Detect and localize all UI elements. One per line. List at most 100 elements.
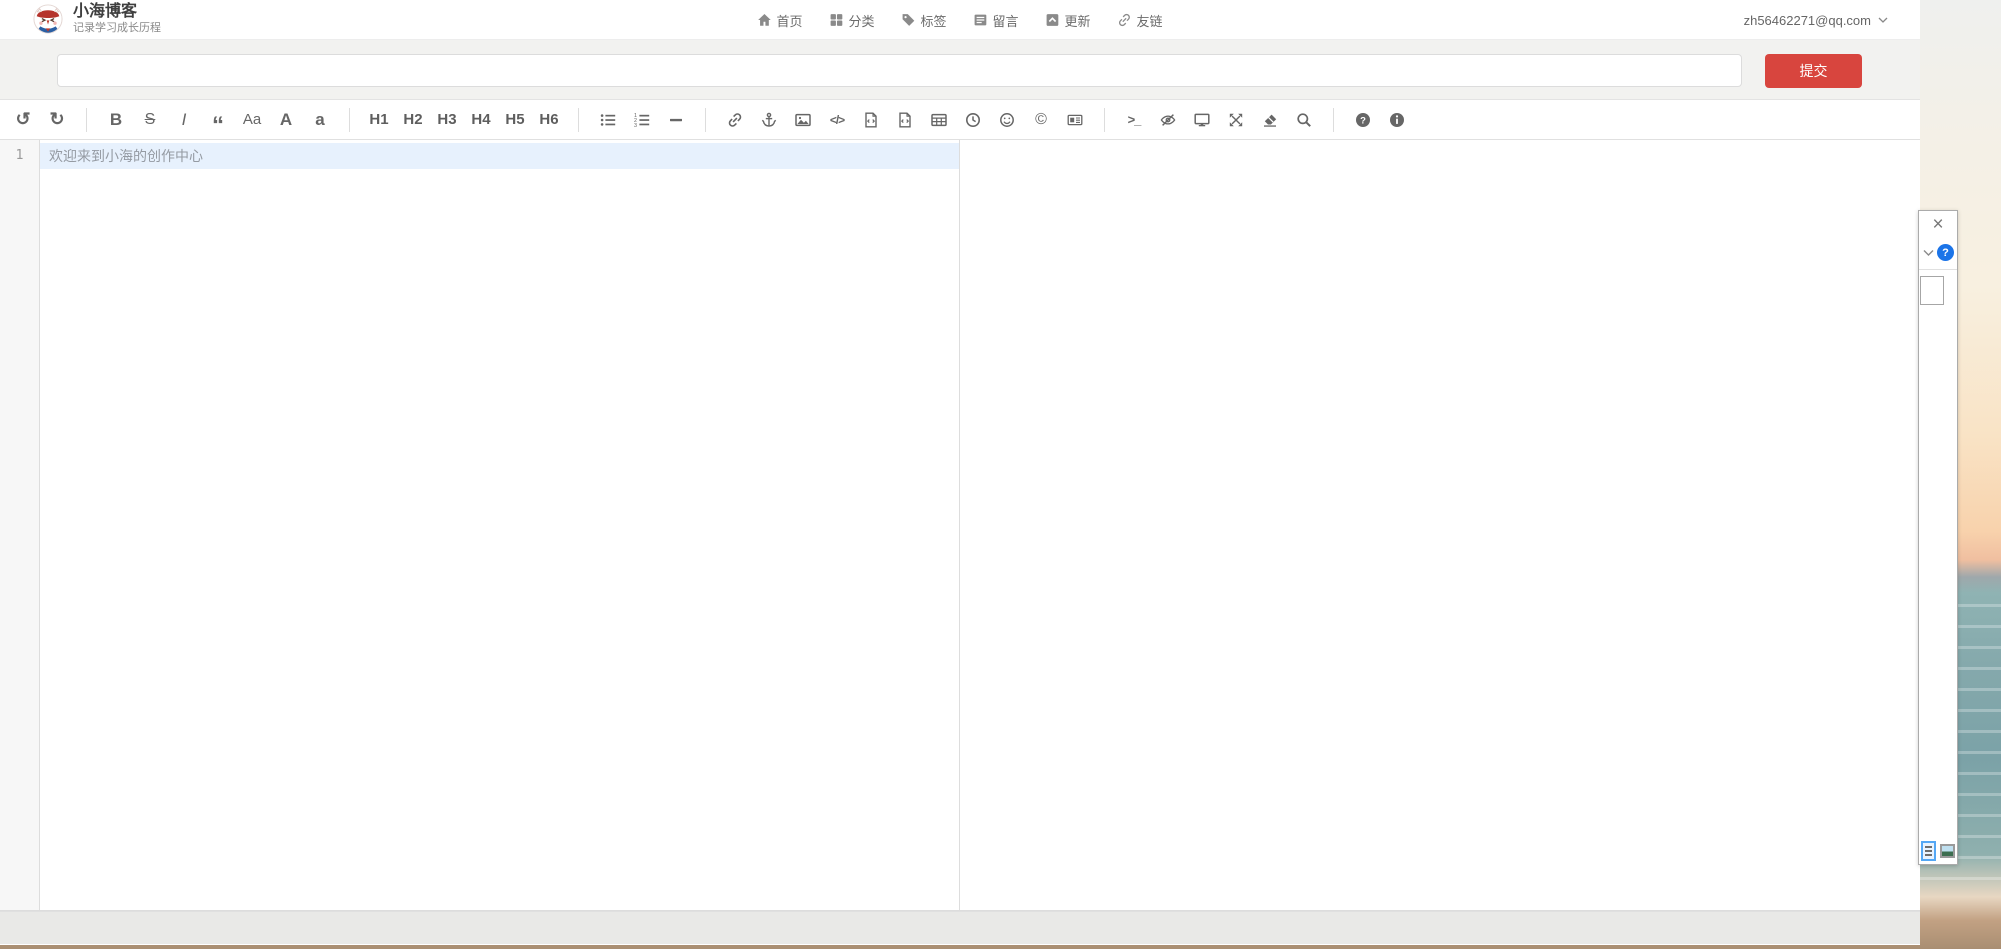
panel-input[interactable] bbox=[1920, 276, 1944, 305]
close-icon[interactable]: × bbox=[1928, 215, 1948, 235]
toolbar-separator bbox=[1333, 108, 1334, 132]
toolbar-quote-button[interactable]: “ bbox=[203, 105, 233, 135]
toolbar-datetime-button[interactable] bbox=[958, 105, 988, 135]
update-icon bbox=[1046, 13, 1060, 27]
toolbar-h2-button[interactable]: H2 bbox=[398, 105, 428, 135]
editor-placeholder-text: 欢迎来到小海的创作中心 bbox=[49, 146, 203, 166]
nav-item-label: 友链 bbox=[1137, 11, 1163, 30]
toolbar-h4-button[interactable]: H4 bbox=[466, 105, 496, 135]
chevron-down-icon[interactable] bbox=[1923, 249, 1934, 257]
toolbar-undo-button[interactable]: ↺ bbox=[8, 105, 38, 135]
toolbar-separator bbox=[86, 108, 87, 132]
toolbar-clear-button[interactable] bbox=[1255, 105, 1285, 135]
nav-item-label: 留言 bbox=[993, 11, 1019, 30]
datetime-icon bbox=[965, 112, 981, 128]
nav-item-label: 首页 bbox=[776, 11, 802, 30]
preview-icon bbox=[1194, 112, 1210, 128]
nav-item-friend-links[interactable]: 友链 bbox=[1118, 11, 1163, 30]
undo-icon: ↺ bbox=[15, 109, 30, 130]
toolbar-table-button[interactable] bbox=[924, 105, 954, 135]
code-block-icon bbox=[897, 112, 913, 128]
account-menu[interactable]: zh56462271@qq.com bbox=[1744, 0, 1888, 40]
svg-text:?: ? bbox=[1360, 115, 1366, 126]
toolbar-h6-button[interactable]: H6 bbox=[534, 105, 564, 135]
hr-icon bbox=[668, 112, 684, 128]
submit-button[interactable]: 提交 bbox=[1765, 54, 1862, 88]
toolbar-h1-button[interactable]: H1 bbox=[364, 105, 394, 135]
toolbar-goto-line-button[interactable]: >_ bbox=[1119, 105, 1149, 135]
toolbar-redo-button[interactable]: ↻ bbox=[42, 105, 72, 135]
h3-icon: H3 bbox=[437, 111, 456, 128]
list-view-icon[interactable] bbox=[1921, 841, 1936, 861]
image-view-icon[interactable] bbox=[1940, 844, 1955, 858]
toolbar-pagebreak-button[interactable] bbox=[1060, 105, 1090, 135]
toolbar-code-button[interactable]: </> bbox=[822, 105, 852, 135]
code-area[interactable]: 欢迎来到小海的创作中心 bbox=[40, 140, 959, 910]
lowercase-icon: a bbox=[315, 110, 324, 130]
toolbar-fullscreen-button[interactable] bbox=[1221, 105, 1251, 135]
post-title-input[interactable] bbox=[57, 54, 1742, 87]
nav-item-categories[interactable]: 分类 bbox=[829, 11, 874, 30]
category-icon bbox=[829, 13, 843, 27]
chevron-down-icon bbox=[1878, 17, 1888, 24]
nav-item-label: 标签 bbox=[920, 11, 946, 30]
redo-icon: ↻ bbox=[49, 109, 64, 130]
toolbar-code-block-button[interactable] bbox=[890, 105, 920, 135]
list-ul-icon bbox=[600, 112, 616, 128]
nav-item-tags[interactable]: 标签 bbox=[901, 11, 946, 30]
toolbar-strikethrough-button[interactable]: S bbox=[135, 105, 165, 135]
toolbar-ucwords-button[interactable]: Aa bbox=[237, 105, 267, 135]
active-line[interactable]: 欢迎来到小海的创作中心 bbox=[40, 143, 959, 169]
markdown-editor: 1 欢迎来到小海的创作中心 bbox=[0, 140, 1920, 911]
link-icon bbox=[727, 112, 743, 128]
quote-icon: “ bbox=[212, 122, 224, 130]
site-title: 小海博客 bbox=[73, 3, 161, 21]
emoji-icon bbox=[999, 112, 1015, 128]
toolbar-list-ol-button[interactable]: 123 bbox=[627, 105, 657, 135]
ucwords-icon: Aa bbox=[243, 111, 261, 128]
toolbar-preformatted-text-button[interactable] bbox=[856, 105, 886, 135]
site-header: 小海博客 记录学习成长历程 首页 分类 标签 留言 更新 友链 zh56462271@qq… bbox=[0, 0, 1920, 40]
line-number: 1 bbox=[0, 143, 39, 169]
toolbar-h5-button[interactable]: H5 bbox=[500, 105, 530, 135]
markdown-preview-pane[interactable] bbox=[960, 140, 1920, 910]
toolbar-lowercase-button[interactable]: a bbox=[305, 105, 335, 135]
markdown-source-pane[interactable]: 1 欢迎来到小海的创作中心 bbox=[0, 140, 960, 910]
toolbar-info-button[interactable] bbox=[1382, 105, 1412, 135]
toolbar-preview-button[interactable] bbox=[1187, 105, 1217, 135]
toolbar-link-button[interactable] bbox=[720, 105, 750, 135]
toolbar-italic-button[interactable]: I bbox=[169, 105, 199, 135]
toolbar-search-button[interactable] bbox=[1289, 105, 1319, 135]
toolbar-html-entities-button[interactable]: © bbox=[1026, 105, 1056, 135]
goto-line-icon: >_ bbox=[1128, 112, 1141, 127]
toolbar-help-button[interactable]: ? bbox=[1348, 105, 1378, 135]
uppercase-icon: A bbox=[280, 110, 292, 130]
info-icon bbox=[1389, 112, 1405, 128]
h6-icon: H6 bbox=[539, 111, 558, 128]
help-icon[interactable]: ? bbox=[1937, 244, 1954, 261]
compose-title-row: 提交 bbox=[0, 40, 1920, 100]
toolbar-emoji-button[interactable] bbox=[992, 105, 1022, 135]
toolbar-anchor-button[interactable] bbox=[754, 105, 784, 135]
nav-item-messages[interactable]: 留言 bbox=[974, 11, 1019, 30]
main-nav: 首页 分类 标签 留言 更新 友链 bbox=[757, 0, 1162, 40]
h1-icon: H1 bbox=[369, 111, 388, 128]
toolbar-separator bbox=[705, 108, 706, 132]
nav-item-home[interactable]: 首页 bbox=[757, 11, 802, 30]
anchor-icon bbox=[761, 112, 777, 128]
watch-icon bbox=[1160, 112, 1176, 128]
toolbar-uppercase-button[interactable]: A bbox=[271, 105, 301, 135]
site-brand[interactable]: 小海博客 记录学习成长历程 bbox=[33, 3, 161, 35]
toolbar-hr-button[interactable] bbox=[661, 105, 691, 135]
toolbar-h3-button[interactable]: H3 bbox=[432, 105, 462, 135]
tag-icon bbox=[901, 13, 915, 27]
toolbar-bold-button[interactable]: B bbox=[101, 105, 131, 135]
table-icon bbox=[931, 112, 947, 128]
toolbar-list-ul-button[interactable] bbox=[593, 105, 623, 135]
toolbar-image-button[interactable] bbox=[788, 105, 818, 135]
h2-icon: H2 bbox=[403, 111, 422, 128]
page-footer bbox=[0, 911, 1920, 944]
nav-item-updates[interactable]: 更新 bbox=[1046, 11, 1091, 30]
toolbar-watch-button[interactable] bbox=[1153, 105, 1183, 135]
nav-item-label: 更新 bbox=[1065, 11, 1091, 30]
